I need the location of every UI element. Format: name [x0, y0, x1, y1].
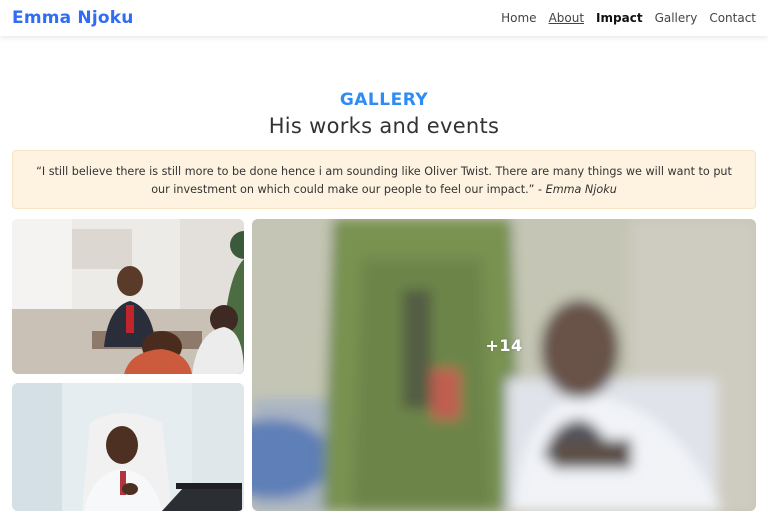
nav-link-impact[interactable]: Impact: [596, 11, 643, 25]
nav-links: Home About Impact Gallery Contact: [501, 11, 756, 25]
brand-logo-text[interactable]: Emma Njoku: [12, 8, 134, 28]
gallery-photo-portrait[interactable]: [12, 383, 244, 511]
quote-box: “I still believe there is still more to …: [12, 150, 756, 209]
nav-link-contact[interactable]: Contact: [709, 11, 756, 25]
gallery-photo-more[interactable]: +14: [252, 219, 756, 511]
quote-author: Emma Njoku: [545, 183, 617, 196]
section-kicker: GALLERY: [339, 90, 429, 110]
nav-link-about[interactable]: About: [549, 11, 584, 25]
nav-link-home[interactable]: Home: [501, 11, 536, 25]
office-meeting-photo: [12, 219, 244, 374]
quote-text: “I still believe there is still more to …: [36, 165, 732, 196]
section-title: His works and events: [268, 114, 500, 138]
nav-link-gallery[interactable]: Gallery: [655, 11, 698, 25]
navbar: Emma Njoku Home About Impact Gallery Con…: [0, 0, 768, 36]
gallery-photo-office-meeting[interactable]: [12, 219, 244, 374]
more-photos-count: +14: [485, 335, 523, 355]
more-photos-overlay[interactable]: +14: [252, 219, 756, 511]
portrait-photo: [12, 383, 244, 511]
